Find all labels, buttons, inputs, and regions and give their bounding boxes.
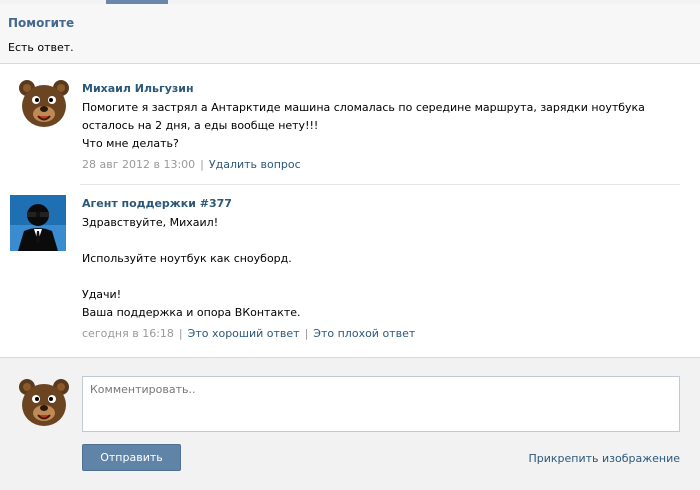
agent-avatar-icon[interactable] bbox=[10, 195, 66, 251]
meta-separator: | bbox=[178, 327, 183, 340]
bear-avatar-icon[interactable] bbox=[16, 375, 72, 431]
bad-answer-link[interactable]: Это плохой ответ bbox=[313, 327, 415, 340]
answer-advice: Используйте ноутбук как сноуборд. bbox=[82, 252, 292, 265]
answer-greeting: Здравствуйте, Михаил! bbox=[82, 216, 219, 229]
answer-closing: Удачи! bbox=[82, 288, 122, 301]
delete-question-link[interactable]: Удалить вопрос bbox=[209, 158, 301, 171]
meta-separator: | bbox=[200, 158, 204, 171]
answer-meta: сегодня в 16:18 | Это хороший ответ | Это пл… bbox=[82, 327, 415, 340]
attach-image-link[interactable]: Прикрепить изображение bbox=[528, 452, 680, 465]
send-button[interactable]: Отправить bbox=[82, 444, 181, 471]
page-header: Помогите Есть ответ. bbox=[0, 4, 700, 64]
good-answer-link[interactable]: Это хороший ответ bbox=[188, 327, 300, 340]
post-divider bbox=[80, 184, 680, 185]
question-text: Помогите я застрял а Антарктиде машина с… bbox=[82, 99, 672, 153]
bear-avatar-icon[interactable] bbox=[16, 76, 72, 132]
answer-text: Здравствуйте, Михаил! Используйте ноутбу… bbox=[82, 214, 672, 322]
question-date[interactable]: 28 авг 2012 в 13:00 bbox=[82, 158, 195, 171]
answer-author[interactable]: Агент поддержки #377 bbox=[82, 197, 232, 210]
comment-form: Отправить Прикрепить изображение bbox=[0, 357, 700, 490]
question-meta: 28 авг 2012 в 13:00 | Удалить вопрос bbox=[82, 158, 301, 171]
question-author[interactable]: Михаил Ильгузин bbox=[82, 82, 194, 95]
question-line: осталось на 2 дня, а еды вообще нету!!! bbox=[82, 119, 319, 132]
comment-input[interactable] bbox=[82, 376, 680, 432]
question-line: Помогите я застрял а Антарктиде машина с… bbox=[82, 101, 645, 114]
answer-signature: Ваша поддержка и опора ВКонтакте. bbox=[82, 306, 301, 319]
page-title: Помогите bbox=[8, 16, 75, 30]
page-subtitle: Есть ответ. bbox=[8, 41, 74, 54]
meta-separator: | bbox=[304, 327, 309, 340]
question-line: Что мне делать? bbox=[82, 137, 179, 150]
answer-date[interactable]: сегодня в 16:18 bbox=[82, 327, 174, 340]
